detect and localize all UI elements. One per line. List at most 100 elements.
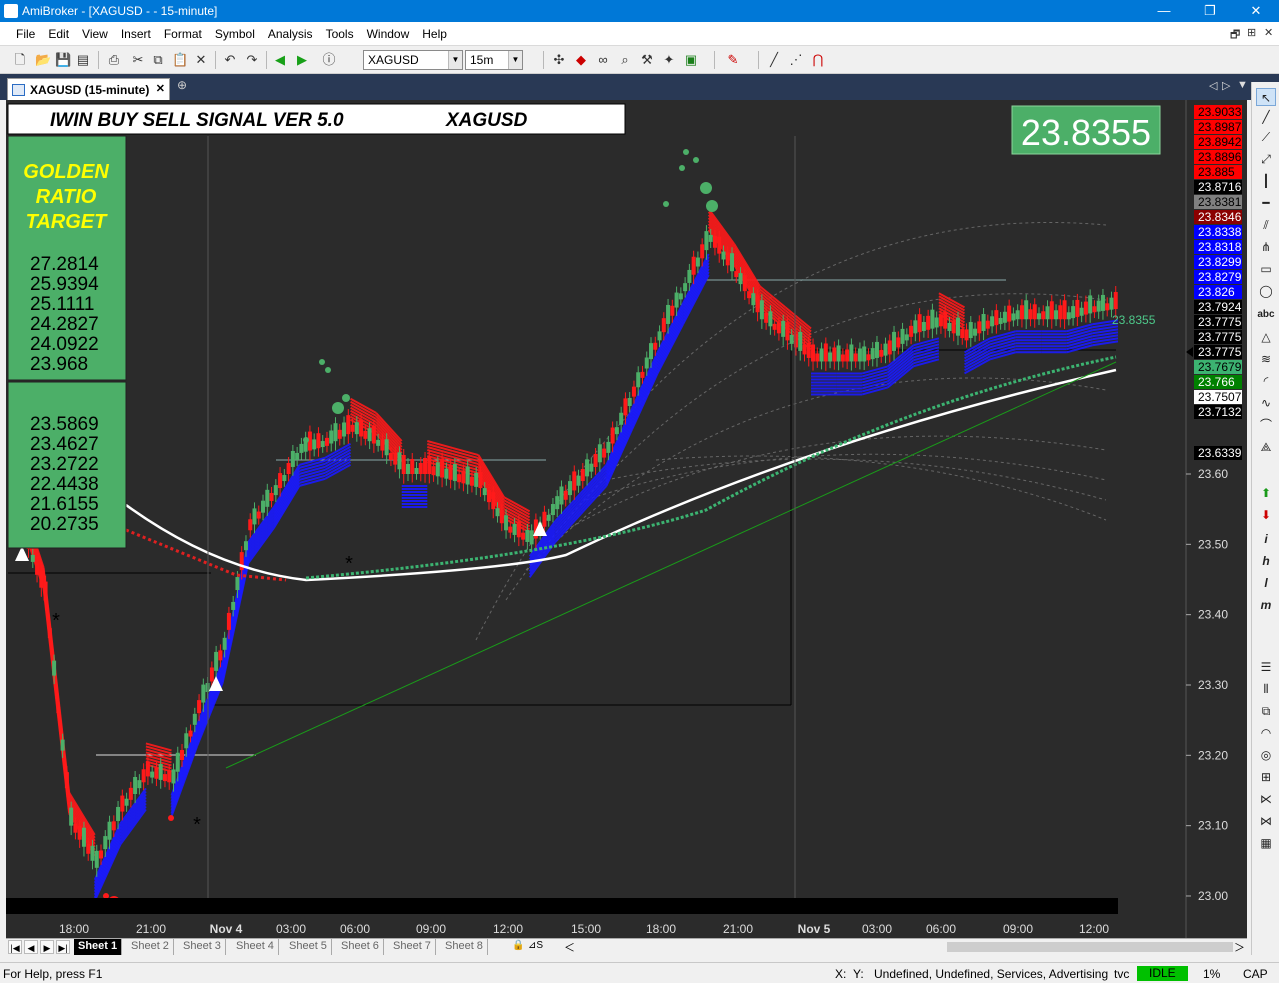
scroll-thumb[interactable] xyxy=(947,942,1233,952)
scroll-right-icon[interactable]: ＞ xyxy=(1234,939,1245,955)
label-m-icon[interactable]: m xyxy=(1256,596,1276,614)
menu-format[interactable]: Format xyxy=(164,27,202,41)
scroll-left-icon[interactable]: ＜ xyxy=(564,939,575,955)
forward-icon[interactable]: ▶ xyxy=(294,52,310,68)
lock-icon[interactable]: 🔒 xyxy=(512,940,524,951)
save-icon[interactable]: 💾 xyxy=(55,52,71,68)
label-l-icon[interactable]: l xyxy=(1256,574,1276,592)
fib-levels-icon[interactable]: ☰ xyxy=(1256,658,1276,676)
play-icon[interactable]: ▣ xyxy=(683,52,699,68)
undo-icon[interactable]: ↶ xyxy=(222,52,238,68)
vertical-line-icon[interactable]: ┃ xyxy=(1256,172,1276,190)
triangle-icon[interactable]: △ xyxy=(1256,328,1276,346)
sheet-tab-1[interactable]: Sheet 1 xyxy=(74,939,123,955)
dashed-line-icon[interactable]: ⋰ xyxy=(788,52,804,68)
menu-edit[interactable]: Edit xyxy=(48,27,69,41)
fib-arc-icon[interactable]: ◠ xyxy=(1256,724,1276,742)
ray-icon[interactable]: ⟋ xyxy=(1256,128,1276,146)
menu-tools[interactable]: Tools xyxy=(326,27,354,41)
sheet-tab-5[interactable]: Sheet 5 xyxy=(285,939,332,955)
new-icon[interactable]: 🗋 xyxy=(12,52,28,68)
zoom-icon[interactable]: ⌕ xyxy=(617,52,633,68)
price-chart[interactable]: *** 23.903323.898723.894223.889623.88523… xyxy=(6,100,1247,938)
maximize-button[interactable]: ❐ xyxy=(1187,0,1233,22)
gann-icon[interactable]: ⟁ xyxy=(1256,438,1276,456)
menu-file[interactable]: File xyxy=(16,27,35,41)
next-sheet-icon[interactable]: ▶ xyxy=(40,940,54,954)
sheet-tab-6[interactable]: Sheet 6 xyxy=(337,939,384,955)
horizontal-scrollbar[interactable] xyxy=(577,940,1247,954)
signal-icon[interactable]: ◆ xyxy=(573,52,589,68)
minimize-button[interactable]: — xyxy=(1141,0,1187,22)
tab-menu-icon[interactable]: ▼ xyxy=(1237,79,1248,91)
fib-timezone-icon[interactable]: ⦀ xyxy=(1256,680,1276,698)
andrews-icon[interactable]: ⋈ xyxy=(1256,812,1276,830)
fib-circle-icon[interactable]: ◎ xyxy=(1256,746,1276,764)
new-tab-icon[interactable]: ⊕ xyxy=(177,78,187,92)
mark-icon[interactable]: ✦ xyxy=(661,52,677,68)
channel-icon[interactable]: ⫽ xyxy=(1256,216,1276,234)
scale-icon[interactable]: ⊿S xyxy=(528,940,543,951)
sheet-tab-4[interactable]: Sheet 4 xyxy=(232,939,279,955)
copy-icon[interactable]: ⧉ xyxy=(150,52,166,68)
fib-fan-icon[interactable]: ⋔ xyxy=(1256,238,1276,256)
magnet-icon[interactable]: ⋂ xyxy=(810,52,826,68)
back-icon[interactable]: ◀ xyxy=(272,52,288,68)
gann-fan-icon[interactable]: ⋉ xyxy=(1256,790,1276,808)
label-i-icon[interactable]: i xyxy=(1256,530,1276,548)
open-icon[interactable]: 📂 xyxy=(35,52,51,68)
menu-analysis[interactable]: Analysis xyxy=(268,27,313,41)
mdi-pin-icon[interactable]: ⊞ xyxy=(1247,26,1256,39)
cycle-icon[interactable]: ⌒ xyxy=(1256,416,1276,434)
pen-color-icon[interactable]: ✎ xyxy=(725,52,741,68)
menu-symbol[interactable]: Symbol xyxy=(215,27,255,41)
trendline-icon[interactable]: ╱ xyxy=(1256,108,1276,126)
menu-insert[interactable]: Insert xyxy=(121,27,151,41)
tab-xagusd[interactable]: XAGUSD (15-minute) ✕ xyxy=(7,78,170,100)
label-h-icon[interactable]: h xyxy=(1256,552,1276,570)
mdi-close-icon[interactable]: ✕ xyxy=(1264,26,1273,39)
close-tab-icon[interactable]: ✕ xyxy=(156,82,165,95)
save-all-icon[interactable]: ▤ xyxy=(75,52,91,68)
extended-line-icon[interactable]: ⤢ xyxy=(1256,150,1276,168)
tools-icon[interactable]: ⚒ xyxy=(639,52,655,68)
sheet-tab-8[interactable]: Sheet 8 xyxy=(441,939,488,955)
pointer-icon[interactable]: ↖ xyxy=(1256,88,1276,106)
symbol-combo[interactable]: XAGUSD ▼ xyxy=(363,50,463,70)
rectangle-icon[interactable]: ▭ xyxy=(1256,260,1276,278)
info-icon[interactable]: ⓘ xyxy=(321,52,337,68)
gann-grid-icon[interactable]: ⊞ xyxy=(1256,768,1276,786)
wave-icon[interactable]: ∿ xyxy=(1256,394,1276,412)
print-icon[interactable]: ⎙ xyxy=(106,52,122,68)
fib-retracement-icon[interactable]: ≋ xyxy=(1256,350,1276,368)
sheet-tab-3[interactable]: Sheet 3 xyxy=(179,939,226,955)
chevron-down-icon[interactable]: ▼ xyxy=(448,51,462,69)
chart-pane[interactable]: * * * 23.9033 23.8987 23.8942 23.8896 23.885 23… xyxy=(6,100,1247,938)
mdi-restore-icon[interactable]: 🗗 xyxy=(1230,26,1240,45)
tab-next-icon[interactable]: ▷ xyxy=(1222,79,1230,92)
cut-icon[interactable]: ✂ xyxy=(130,52,146,68)
sheet-tab-2[interactable]: Sheet 2 xyxy=(127,939,174,955)
compare-icon[interactable]: ∞ xyxy=(595,52,611,68)
regression-icon[interactable]: ▦ xyxy=(1256,834,1276,852)
paste-icon[interactable]: 📋 xyxy=(172,52,188,68)
fib-ext-icon[interactable]: ⧉ xyxy=(1256,702,1276,720)
cross-icon[interactable]: ✣ xyxy=(551,52,567,68)
line-icon[interactable]: ╱ xyxy=(766,52,782,68)
horizontal-line-icon[interactable]: ━ xyxy=(1256,194,1276,212)
arc-icon[interactable]: ◜ xyxy=(1256,372,1276,390)
close-button[interactable]: ✕ xyxy=(1233,0,1279,22)
menu-window[interactable]: Window xyxy=(367,27,410,41)
last-sheet-icon[interactable]: ▶| xyxy=(56,940,70,954)
arrow-down-icon[interactable]: ⬇ xyxy=(1256,506,1276,524)
ellipse-icon[interactable]: ◯ xyxy=(1256,282,1276,300)
menu-help[interactable]: Help xyxy=(422,27,447,41)
menu-view[interactable]: View xyxy=(82,27,108,41)
delete-icon[interactable]: ✕ xyxy=(193,52,209,68)
tab-prev-icon[interactable]: ◁ xyxy=(1209,79,1217,92)
redo-icon[interactable]: ↷ xyxy=(244,52,260,68)
prev-sheet-icon[interactable]: ◀ xyxy=(24,940,38,954)
sheet-tab-7[interactable]: Sheet 7 xyxy=(389,939,436,955)
chevron-down-icon[interactable]: ▼ xyxy=(508,51,522,69)
arrow-up-icon[interactable]: ⬆ xyxy=(1256,484,1276,502)
